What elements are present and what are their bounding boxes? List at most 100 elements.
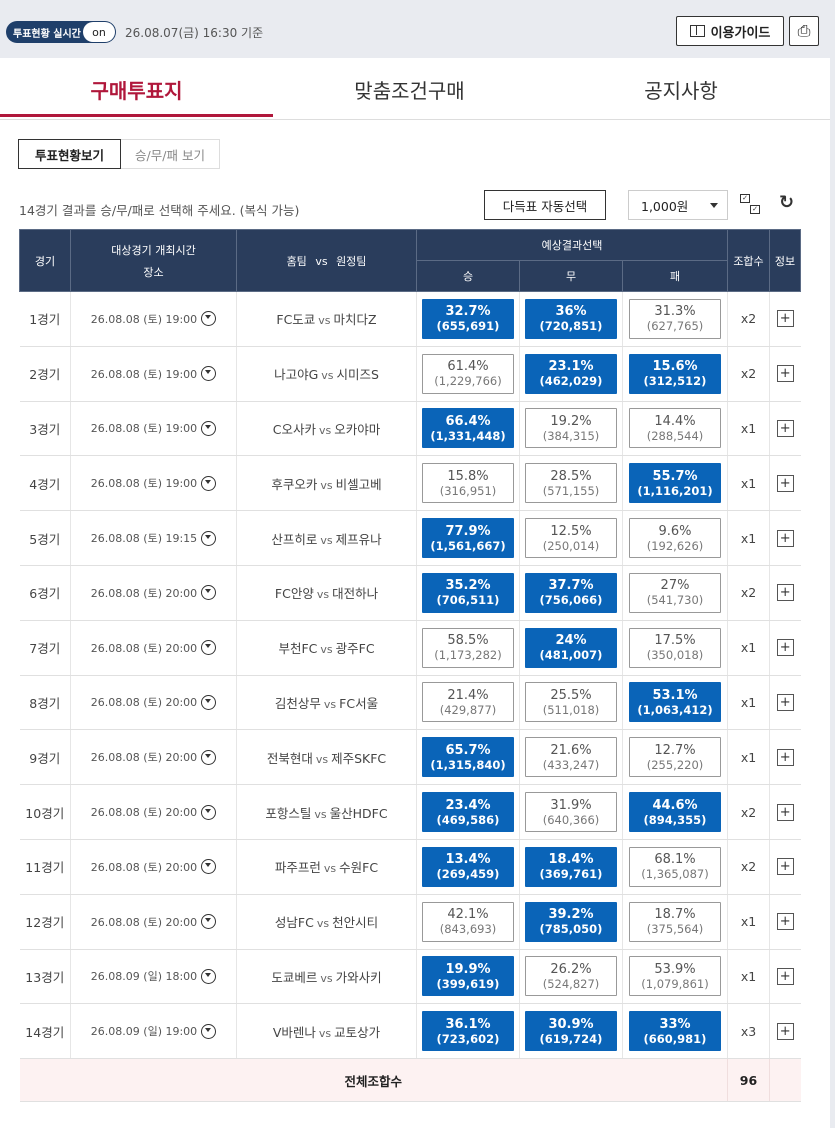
- location-pin-icon[interactable]: [201, 1023, 217, 1039]
- plus-icon[interactable]: +: [776, 474, 794, 492]
- win-option[interactable]: 23.4% (469,586): [422, 792, 514, 833]
- plus-icon[interactable]: +: [776, 748, 794, 766]
- win-option[interactable]: 36.1% (723,602): [422, 1011, 514, 1052]
- plus-icon[interactable]: +: [776, 639, 794, 657]
- draw-cell: 37.7% (756,066): [519, 565, 623, 621]
- draw-option[interactable]: 21.6% (433,247): [525, 737, 617, 778]
- draw-option[interactable]: 26.2% (524,827): [525, 956, 617, 997]
- header-prediction: 예상결과선택: [416, 229, 728, 261]
- location-pin-icon[interactable]: [201, 585, 217, 601]
- plus-icon[interactable]: +: [776, 310, 794, 328]
- win-option[interactable]: 42.1% (843,693): [422, 901, 514, 942]
- location-pin-icon[interactable]: [201, 914, 217, 930]
- win-option[interactable]: 32.7% (655,691): [422, 298, 514, 339]
- teams-cell: 파주프런 vs 수원FC: [236, 839, 417, 895]
- subtab-win-draw-loss[interactable]: 승/무/패 보기: [121, 139, 220, 169]
- usage-guide-button[interactable]: 이용가이드: [676, 16, 784, 46]
- win-option[interactable]: 13.4% (269,459): [422, 846, 514, 887]
- win-percent: 21.4%: [447, 687, 489, 703]
- location-pin-icon[interactable]: [201, 968, 217, 984]
- tab-notices[interactable]: 공지사항: [546, 58, 816, 120]
- location-pin-icon[interactable]: [201, 311, 217, 327]
- loss-option[interactable]: 53.9% (1,079,861): [629, 956, 721, 997]
- draw-option[interactable]: 18.4% (369,761): [525, 846, 617, 887]
- tab-purchase-ballot[interactable]: 구매투표지: [0, 58, 273, 120]
- loss-option[interactable]: 14.4% (288,544): [629, 408, 721, 449]
- loss-option[interactable]: 9.6% (192,626): [629, 518, 721, 559]
- draw-option[interactable]: 25.5% (511,018): [525, 682, 617, 723]
- teams-cell: 전북현대 vs 제주SKFC: [236, 729, 417, 786]
- plus-icon[interactable]: +: [776, 858, 794, 876]
- draw-cell: 31.9% (640,366): [519, 784, 623, 840]
- win-option[interactable]: 21.4% (429,877): [422, 682, 514, 723]
- win-option[interactable]: 19.9% (399,619): [422, 956, 514, 997]
- amount-select[interactable]: 1,000원: [628, 190, 728, 220]
- game-number: 11경기: [19, 839, 71, 895]
- win-option[interactable]: 65.7% (1,315,840): [422, 737, 514, 778]
- location-pin-icon[interactable]: [201, 640, 217, 656]
- draw-count: (511,018): [542, 702, 600, 717]
- win-option[interactable]: 77.9% (1,561,667): [422, 518, 514, 559]
- plus-icon[interactable]: +: [776, 365, 794, 383]
- draw-option[interactable]: 37.7% (756,066): [525, 572, 617, 613]
- loss-percent: 31.3%: [654, 304, 696, 320]
- draw-option[interactable]: 28.5% (571,155): [525, 463, 617, 504]
- draw-option[interactable]: 31.9% (640,366): [525, 792, 617, 833]
- loss-option[interactable]: 68.1% (1,365,087): [629, 846, 721, 887]
- draw-option[interactable]: 36% (720,851): [525, 298, 617, 339]
- teams-cell: V바렌나 vs 교토상가: [236, 1003, 417, 1060]
- win-option[interactable]: 15.8% (316,951): [422, 463, 514, 504]
- loss-option[interactable]: 17.5% (350,018): [629, 627, 721, 668]
- subtab-vote-status[interactable]: 투표현황보기: [18, 139, 121, 169]
- win-option[interactable]: 66.4% (1,331,448): [422, 408, 514, 449]
- draw-option[interactable]: 23.1% (462,029): [525, 353, 617, 394]
- location-pin-icon[interactable]: [201, 749, 217, 765]
- location-pin-icon[interactable]: [201, 694, 217, 710]
- table-row: 5경기 26.08.08 (토) 19:15 산프히로 vs 제프유나 77.9% (1,5…: [19, 510, 801, 566]
- loss-option[interactable]: 53.1% (1,063,412): [629, 682, 721, 723]
- loss-option[interactable]: 18.7% (375,564): [629, 901, 721, 942]
- plus-icon[interactable]: +: [776, 584, 794, 602]
- loss-option[interactable]: 12.7% (255,220): [629, 737, 721, 778]
- tab-custom-purchase[interactable]: 맞춤조건구매: [273, 58, 546, 120]
- plus-icon[interactable]: +: [776, 967, 794, 985]
- draw-option[interactable]: 30.9% (619,724): [525, 1011, 617, 1052]
- live-on-badge[interactable]: on: [83, 22, 115, 42]
- draw-option[interactable]: 24% (481,007): [525, 627, 617, 668]
- location-pin-icon[interactable]: [201, 475, 217, 491]
- win-option[interactable]: 35.2% (706,511): [422, 572, 514, 613]
- checkbox-toggle-icon[interactable]: ✓ ✓: [740, 194, 764, 216]
- loss-option[interactable]: 33% (660,981): [629, 1011, 721, 1052]
- loss-option[interactable]: 55.7% (1,116,201): [629, 463, 721, 504]
- location-pin-icon[interactable]: [201, 420, 217, 436]
- match-time-cell: 26.08.08 (토) 20:00: [70, 620, 237, 676]
- refresh-icon[interactable]: ↻: [779, 193, 799, 213]
- draw-option[interactable]: 19.2% (384,315): [525, 408, 617, 449]
- vs-label: vs: [323, 862, 337, 876]
- loss-option[interactable]: 15.6% (312,512): [629, 353, 721, 394]
- location-pin-icon[interactable]: [201, 530, 217, 546]
- win-option[interactable]: 58.5% (1,173,282): [422, 627, 514, 668]
- plus-icon[interactable]: +: [776, 419, 794, 437]
- win-percent: 23.4%: [445, 797, 491, 813]
- live-status-toggle[interactable]: 투표현황 실시간 on: [6, 21, 116, 43]
- draw-option[interactable]: 39.2% (785,050): [525, 901, 617, 942]
- win-option[interactable]: 61.4% (1,229,766): [422, 353, 514, 394]
- location-pin-icon[interactable]: [201, 366, 217, 382]
- draw-option[interactable]: 12.5% (250,014): [525, 518, 617, 559]
- plus-icon[interactable]: +: [776, 529, 794, 547]
- plus-icon[interactable]: +: [776, 693, 794, 711]
- location-pin-icon[interactable]: [201, 859, 217, 875]
- draw-count: (640,366): [542, 812, 600, 827]
- plus-icon[interactable]: +: [776, 913, 794, 931]
- plus-icon[interactable]: +: [776, 1022, 794, 1040]
- vs-label: vs: [321, 369, 334, 383]
- loss-option[interactable]: 27% (541,730): [629, 572, 721, 613]
- away-team: 비셀고베: [335, 476, 382, 492]
- loss-option[interactable]: 44.6% (894,355): [629, 792, 721, 833]
- location-pin-icon[interactable]: [201, 804, 217, 820]
- auto-select-button[interactable]: 다득표 자동선택: [484, 190, 606, 220]
- print-button[interactable]: ⎙: [789, 16, 819, 46]
- loss-option[interactable]: 31.3% (627,765): [629, 298, 721, 339]
- plus-icon[interactable]: +: [776, 803, 794, 821]
